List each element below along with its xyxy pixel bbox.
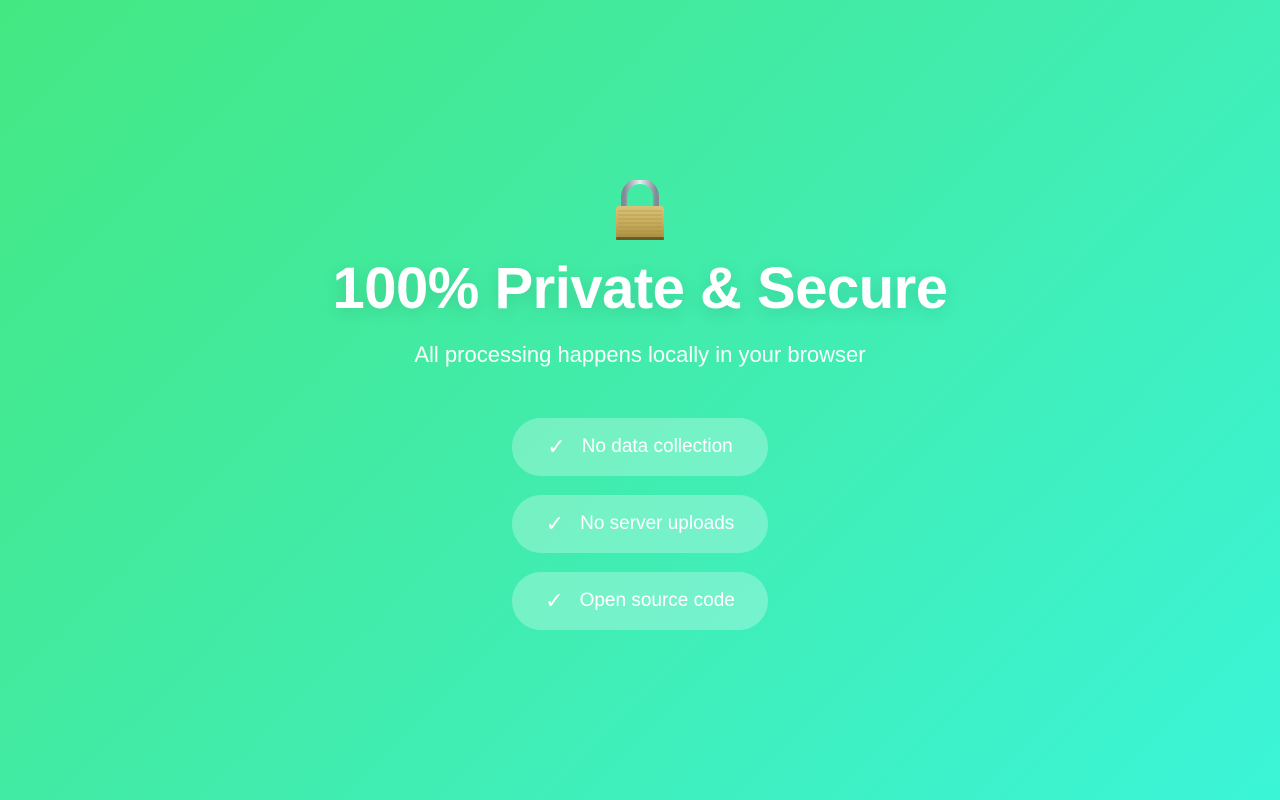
feature-pill-no-server-uploads: ✓ No server uploads bbox=[512, 495, 768, 553]
feature-pill-no-data-collection: ✓ No data collection bbox=[512, 418, 768, 476]
feature-label: No server uploads bbox=[580, 513, 735, 534]
checkmark-icon: ✓ bbox=[545, 511, 565, 536]
page-title: 100% Private & Secure bbox=[332, 256, 948, 321]
checkmark-icon: ✓ bbox=[545, 588, 564, 613]
page-subtitle: All processing happens locally in your b… bbox=[414, 342, 866, 367]
feature-label: Open source code bbox=[579, 590, 735, 611]
privacy-hero: 100% Private & Secure All processing hap… bbox=[0, 0, 1280, 800]
checkmark-icon: ✓ bbox=[547, 434, 566, 459]
lock-icon bbox=[616, 180, 664, 240]
feature-pill-open-source-code: ✓ Open source code bbox=[512, 572, 768, 630]
feature-label: No data collection bbox=[581, 436, 733, 457]
